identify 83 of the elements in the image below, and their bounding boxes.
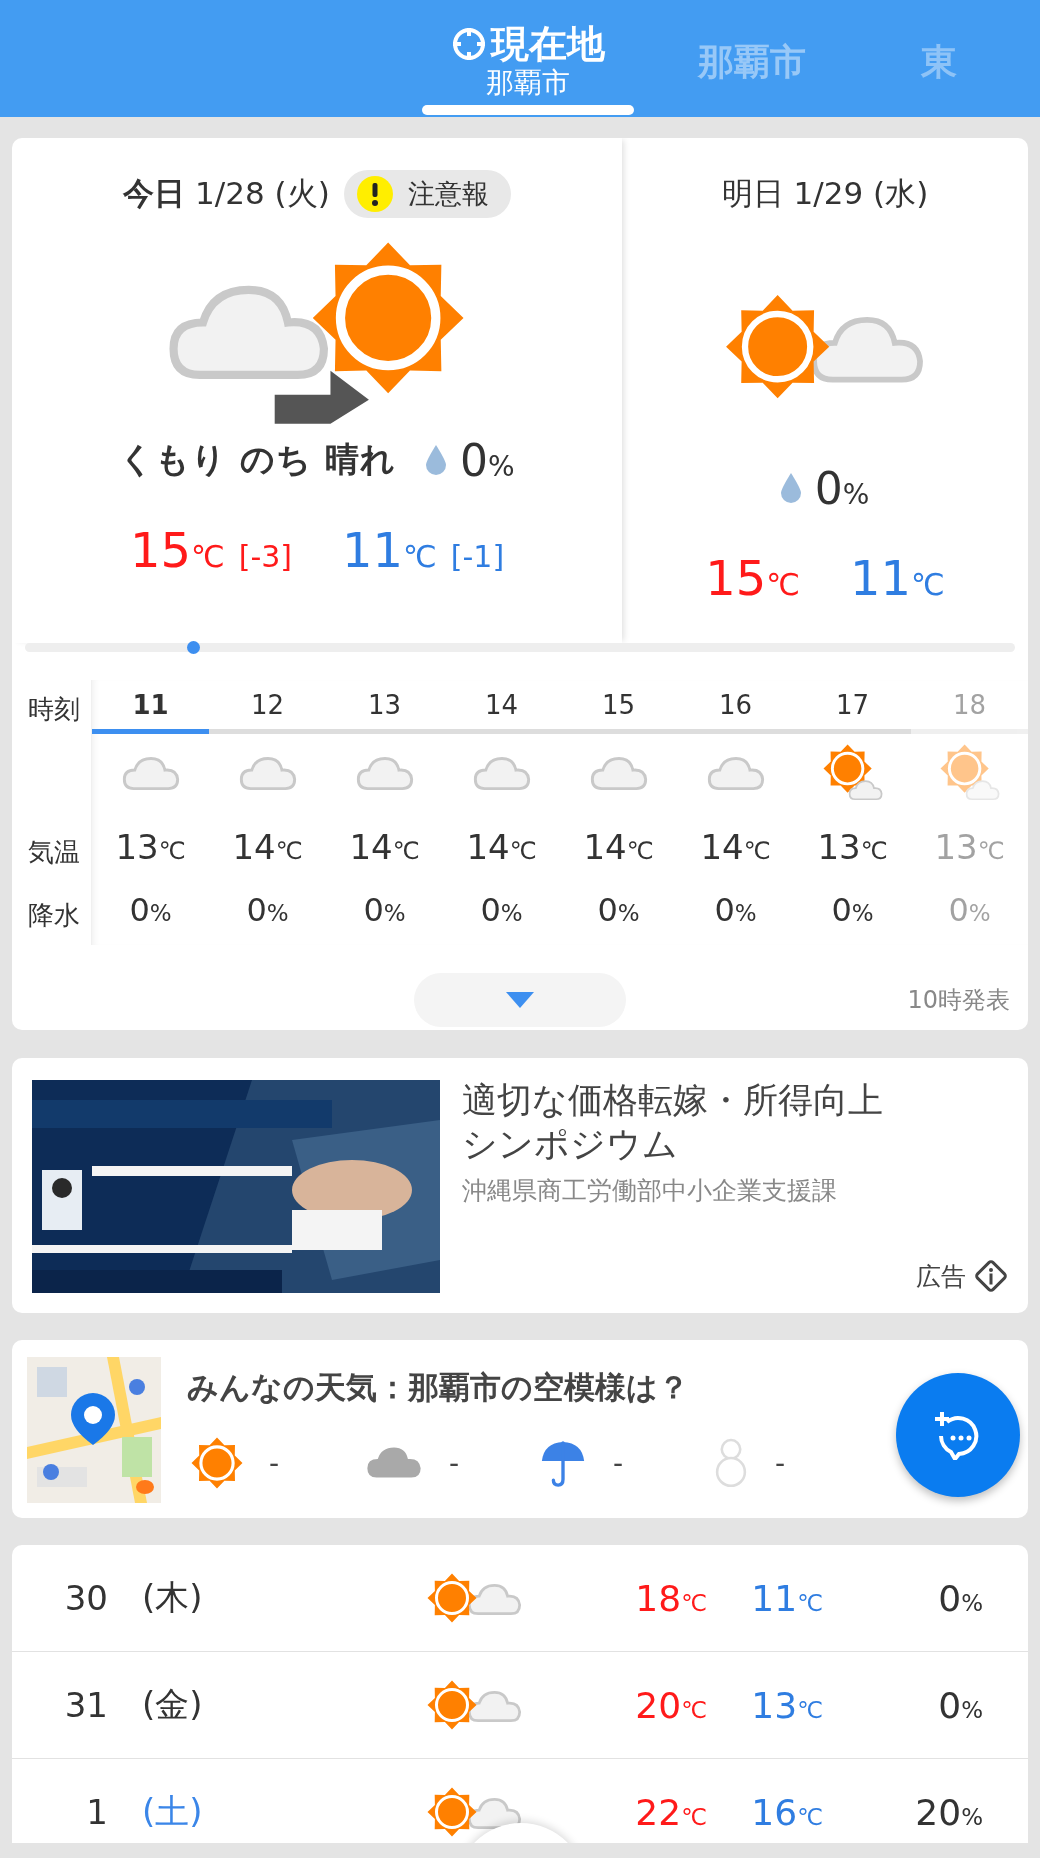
hourly-precipitation: 0% xyxy=(597,891,640,929)
precipitation-chance: 0% xyxy=(460,434,515,486)
forecast-weekday: (土) xyxy=(142,1790,204,1833)
precipitation-chance: 20% xyxy=(914,1791,983,1833)
timeline-slider[interactable] xyxy=(25,643,1015,652)
today-date: 今日 1/28 (火) xyxy=(123,174,330,213)
low-temperature: 13℃ xyxy=(750,1684,823,1726)
high-temperature: 22℃ xyxy=(634,1791,707,1833)
hourly-temperature: 13℃ xyxy=(817,827,888,867)
warning-icon xyxy=(355,175,394,213)
precipitation-chance: 0% xyxy=(937,1684,983,1726)
forecast-day: 1 xyxy=(12,1792,108,1832)
umbrella-icon xyxy=(539,1439,587,1487)
ad-title[interactable]: 適切な価格転嫁・所得向上シンポジウム xyxy=(462,1078,912,1166)
hour-tab[interactable]: 17 xyxy=(794,680,911,734)
cloud-icon xyxy=(121,755,180,793)
sun-and-cloud-icon xyxy=(427,1573,522,1623)
hour-tab[interactable]: 14 xyxy=(443,680,560,734)
temperature-difference: [-3] xyxy=(238,539,292,574)
low-temperature: 16℃ xyxy=(750,1791,823,1833)
caret-icon xyxy=(506,992,534,1008)
vote-count: - xyxy=(613,1446,624,1480)
hourly-temperature: 13℃ xyxy=(934,827,1005,867)
hourly-precipitation: 0% xyxy=(948,891,991,929)
weather-description: くもり のち 晴れ xyxy=(119,438,397,481)
raindrop-icon xyxy=(426,445,447,475)
vote-count: - xyxy=(775,1446,786,1480)
hourly-precipitation: 0% xyxy=(714,891,757,929)
snowman-icon xyxy=(713,1437,749,1489)
hourly-temperature: 14℃ xyxy=(349,827,420,867)
row-label: 降水 xyxy=(28,899,81,932)
issued-time: 10時発表 xyxy=(907,985,1010,1016)
low-temperature: 11℃ xyxy=(850,550,945,606)
ad-sponsor: 沖縄県商工労働部中小企業支援課 xyxy=(462,1175,838,1207)
slider-thumb[interactable] xyxy=(187,641,201,654)
raindrop-icon xyxy=(780,473,801,503)
community-title[interactable]: みんなの天気：那覇市の空模様は？ xyxy=(187,1367,883,1409)
cloud-icon xyxy=(355,755,414,793)
hour-tab[interactable]: 15 xyxy=(560,680,677,734)
vote-count: - xyxy=(269,1446,280,1480)
hourly-temperature: 13℃ xyxy=(115,827,186,867)
forecast-day: 30 xyxy=(12,1578,108,1618)
high-temperature: 15℃ xyxy=(705,550,800,606)
hourly-precipitation: 0% xyxy=(831,891,874,929)
info-icon xyxy=(974,1259,1008,1293)
hourly-precipitation: 0% xyxy=(246,891,289,929)
sun-and-cloud-icon xyxy=(725,294,925,400)
advisory-badge[interactable]: 注意報 xyxy=(343,170,511,218)
low-temperature: 11℃ xyxy=(342,522,437,578)
precipitation-chance: 0% xyxy=(937,1577,983,1619)
hour-tab[interactable]: 16 xyxy=(677,680,794,734)
forecast-day: 31 xyxy=(12,1685,108,1725)
row-label: 気温 xyxy=(28,836,81,869)
sun-icon xyxy=(191,1437,243,1489)
hour-tab[interactable]: 12 xyxy=(209,680,326,734)
forecast-weekday: (木) xyxy=(142,1576,204,1619)
location-icon xyxy=(451,26,487,62)
hourly-temperature: 14℃ xyxy=(466,827,537,867)
hourly-temperature: 14℃ xyxy=(232,827,303,867)
hourly-temperature: 14℃ xyxy=(700,827,771,867)
row-label: 時刻 xyxy=(28,693,81,726)
high-temperature: 15℃ xyxy=(129,522,225,578)
cloud-icon xyxy=(589,755,648,793)
temperature-difference: [-1] xyxy=(450,539,505,574)
high-temperature: 20℃ xyxy=(634,1684,707,1726)
cloud-icon xyxy=(706,755,765,793)
hour-tab[interactable]: 11 xyxy=(92,680,209,734)
high-temperature: 18℃ xyxy=(634,1577,707,1619)
precipitation-chance: 0% xyxy=(814,462,870,514)
ad-label[interactable]: 広告 xyxy=(916,1259,1008,1293)
hourly-temperature: 14℃ xyxy=(583,827,654,867)
low-temperature: 11℃ xyxy=(750,1577,823,1619)
hour-tab[interactable]: 13 xyxy=(326,680,443,734)
sun-and-cloud-icon xyxy=(427,1680,522,1730)
forecast-weekday: (金) xyxy=(142,1683,204,1726)
vote-count: - xyxy=(449,1446,460,1480)
post-report-button[interactable] xyxy=(896,1373,1020,1497)
hourly-precipitation: 0% xyxy=(129,891,172,929)
tomorrow-date: 明日 1/29 (水) xyxy=(721,174,929,213)
cloud-icon xyxy=(472,755,531,793)
hourly-precipitation: 0% xyxy=(480,891,523,929)
cloud-icon xyxy=(238,755,297,793)
hourly-precipitation: 0% xyxy=(363,891,406,929)
